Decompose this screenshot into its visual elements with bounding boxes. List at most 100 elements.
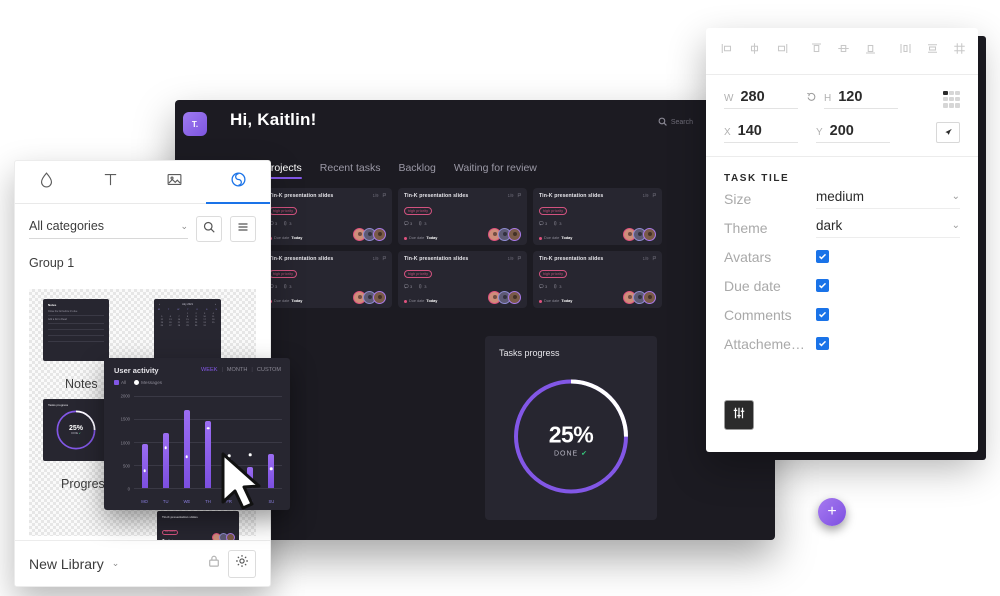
- task-card[interactable]: Tin-K presentation slides 1/9 high priori…: [263, 188, 392, 245]
- library-search-button[interactable]: [196, 216, 222, 242]
- sliders-button[interactable]: [724, 400, 754, 430]
- y-field[interactable]: Y 200: [816, 123, 890, 143]
- chart-point: [206, 426, 210, 430]
- field-row-attachments: Attacheme…: [706, 329, 978, 358]
- dashboard-tabs: projects Recent tasks Backlog Waiting fo…: [265, 162, 537, 179]
- x-value: 140: [737, 122, 762, 139]
- task-card-counters: 33: [539, 284, 656, 289]
- height-field[interactable]: H 120: [824, 89, 898, 109]
- search-box[interactable]: Search: [658, 117, 693, 128]
- lock-icon[interactable]: [208, 554, 220, 573]
- align-center-horizontal-icon[interactable]: [747, 41, 762, 61]
- settings-button[interactable]: [228, 549, 256, 578]
- comment-icon: [404, 284, 409, 289]
- due-date-checkbox[interactable]: [816, 279, 829, 292]
- comment-icon: [404, 221, 409, 226]
- task-card[interactable]: Tin-K presentation slides 1/9 high priori…: [533, 251, 662, 308]
- range-month[interactable]: MONTH: [227, 367, 248, 373]
- task-card-avatars: [353, 228, 386, 241]
- chart-y-tick: 500: [123, 463, 130, 469]
- comment-count: 3: [404, 284, 412, 289]
- tab-backlog[interactable]: Backlog: [398, 162, 435, 179]
- flag-icon: [517, 256, 521, 261]
- comment-count: 3: [539, 284, 547, 289]
- task-card-due: Due date Today: [404, 236, 437, 240]
- align-middle-vertical-icon[interactable]: [836, 41, 851, 61]
- comment-count: 3: [539, 221, 547, 226]
- comment-icon: [539, 221, 544, 226]
- tab-waiting-for-review[interactable]: Waiting for review: [454, 162, 537, 179]
- align-right-icon[interactable]: [774, 41, 789, 61]
- screenshot-stage: T. Hi, Kaitlin! Search projects Recent t…: [0, 0, 1000, 596]
- task-card[interactable]: Tin-K presentation slides 1/9 high priori…: [398, 188, 527, 245]
- category-select[interactable]: All categories ⌄: [29, 219, 188, 239]
- distribute-group: [898, 41, 967, 61]
- align-left-icon[interactable]: [720, 41, 735, 61]
- chart-bar-group: [136, 396, 152, 488]
- chart-bar-group: [263, 396, 279, 488]
- size-select[interactable]: medium ⌄: [816, 189, 960, 209]
- theme-label: Theme: [724, 219, 768, 236]
- library-filter-row: All categories ⌄: [15, 204, 270, 242]
- progress-check-icon: ✔: [581, 450, 589, 458]
- library-list-view-button[interactable]: [230, 216, 256, 242]
- align-bottom-icon[interactable]: [863, 41, 878, 61]
- alignment-toolbar: [706, 28, 978, 75]
- library-thumb-progress[interactable]: Tasks progress 25% DONE ✔: [43, 399, 109, 461]
- avatars-checkbox[interactable]: [816, 250, 829, 263]
- grid-layout-icon[interactable]: [952, 41, 967, 61]
- x-label: X: [724, 126, 731, 138]
- chart-y-tick: 0: [127, 486, 130, 492]
- height-value: 120: [838, 89, 863, 105]
- theme-select[interactable]: dark ⌄: [816, 218, 960, 238]
- library-thumb-calendar[interactable]: ‹ July 2021 › MTWTFSS 1234 5 6 7 8 9 10 11 12 13 1…: [154, 299, 221, 363]
- library-tab-components[interactable]: [206, 161, 270, 204]
- search-input[interactable]: Search: [671, 119, 693, 126]
- library-caption-notes: Notes: [65, 377, 98, 391]
- add-button-dashboard[interactable]: +: [818, 498, 846, 526]
- range-custom[interactable]: CUSTOM: [257, 367, 281, 373]
- task-card-meta: 1/9: [373, 193, 386, 198]
- chart-bar: [183, 409, 190, 488]
- nine-slice-icon[interactable]: [943, 90, 960, 108]
- distribute-vertical-icon[interactable]: [925, 41, 940, 61]
- library-tab-text[interactable]: [79, 161, 143, 203]
- library-tab-droplet[interactable]: [15, 161, 79, 203]
- rotate-icon[interactable]: [936, 122, 960, 143]
- range-week[interactable]: WEEK: [201, 367, 217, 373]
- chevron-down-icon[interactable]: ⌄: [112, 558, 120, 569]
- app-logo[interactable]: T.: [183, 112, 207, 136]
- priority-badge: high priority: [539, 270, 568, 278]
- tab-recent-tasks[interactable]: Recent tasks: [320, 162, 381, 179]
- width-field[interactable]: W 280: [724, 89, 798, 109]
- task-card-avatars: [488, 291, 521, 304]
- task-card-meta: 1/9: [643, 256, 656, 261]
- chart-legend: All Messages: [114, 380, 162, 386]
- task-card[interactable]: Tin-K presentation slides 1/9 high priori…: [263, 251, 392, 308]
- attachments-checkbox[interactable]: [816, 337, 829, 350]
- image-icon: [166, 171, 183, 193]
- library-thumb-notes[interactable]: Notes Close the list before it's due Add…: [43, 299, 109, 361]
- chevron-down-icon: ⌄: [951, 190, 960, 202]
- x-field[interactable]: X 140: [724, 123, 798, 143]
- chart-y-tick: 1500: [120, 416, 130, 422]
- flag-icon: [382, 256, 386, 261]
- task-card-due: Due date Today: [539, 236, 572, 240]
- library-name[interactable]: New Library: [29, 556, 104, 572]
- chart-bar: [141, 444, 148, 488]
- distribute-horizontal-icon[interactable]: [898, 41, 913, 61]
- library-tab-image[interactable]: [143, 161, 207, 203]
- align-top-icon[interactable]: [809, 41, 824, 61]
- constrain-proportions-icon[interactable]: [798, 90, 824, 108]
- avatar: [643, 291, 656, 304]
- text-icon: [102, 171, 119, 193]
- comments-checkbox[interactable]: [816, 308, 829, 321]
- task-card[interactable]: Tin-K presentation slides 1/9 high priori…: [533, 188, 662, 245]
- chart-bar-group: [158, 396, 174, 488]
- chart-x-tick: TU: [162, 499, 169, 504]
- task-card[interactable]: Tin-K presentation slides 1/9 high priori…: [398, 251, 527, 308]
- avatar: [508, 291, 521, 304]
- range-separator: |: [221, 367, 223, 373]
- library-tabs: [15, 161, 270, 204]
- legend-item-all: All: [114, 380, 126, 386]
